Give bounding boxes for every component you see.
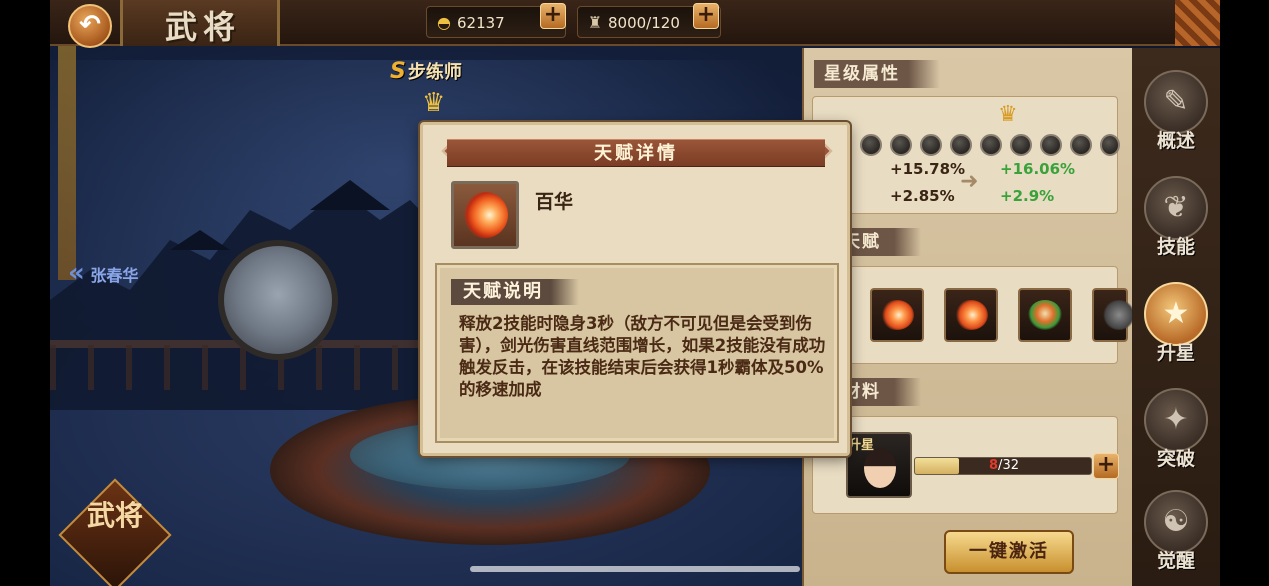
flame-swirl-icon: [462, 192, 508, 238]
nav-star-up[interactable]: ★ 升星: [1136, 276, 1216, 376]
nav-breakthrough[interactable]: ✦ 突破: [1136, 382, 1216, 482]
description-title: 天赋说明: [451, 279, 579, 305]
star-icon: ★: [1144, 282, 1208, 346]
dialog-title-bar: 天赋详情: [447, 139, 825, 167]
material-tag: 升星: [848, 438, 875, 453]
material-progress: 8/32: [914, 457, 1092, 475]
add-material-button[interactable]: +: [1093, 453, 1119, 479]
add-stamina-button[interactable]: +: [693, 3, 719, 29]
prev-hero-name: 张春华: [90, 266, 139, 285]
hero-portrait-icon: [864, 448, 896, 488]
nav-overview[interactable]: ✎ 概述: [1136, 64, 1216, 164]
material-total: 32: [1002, 458, 1019, 473]
nav-label: 觉醒: [1156, 550, 1195, 572]
nav-awaken[interactable]: ☯ 觉醒: [1136, 484, 1216, 584]
title-plate: 武将: [120, 0, 280, 46]
stat-1-current: +15.78%: [890, 160, 966, 178]
plus-icon: +: [1096, 452, 1116, 477]
screen: S 步练师 ♛ « 张春华 武将 ↶ 武将 ◓ 62137 + ♜ 8000/12…: [0, 0, 1269, 586]
meditate-icon: ☯: [1144, 490, 1208, 554]
nav-label: 技能: [1156, 236, 1195, 258]
star-slot: [860, 134, 882, 156]
top-bar: ↶ 武将 ◓ 62137 + ♜ 8000/120 +: [50, 0, 1220, 48]
hero-name-text: 步练师: [407, 62, 462, 83]
talent-slot-locked[interactable]: [1092, 288, 1136, 342]
top-bar-ornament: [1175, 0, 1220, 46]
star-slot: [950, 134, 972, 156]
gold-ingot-icon: ◓: [437, 13, 451, 32]
gold-value: 62137: [457, 14, 505, 32]
seal-label: 武将: [86, 499, 143, 532]
arrow-right-icon: ➜: [960, 169, 979, 194]
sword-icon: ✦: [1144, 388, 1208, 452]
talent-slot-3[interactable]: [1018, 288, 1072, 342]
material-progress-text: 8/32: [915, 458, 1093, 474]
nav-skills[interactable]: ❦ 技能: [1136, 170, 1216, 270]
crown-icon: ♛: [422, 88, 446, 118]
star-slot: [1070, 134, 1092, 156]
star-slot: [1100, 134, 1120, 156]
hero-name: S 步练师: [390, 58, 462, 84]
star-slot: [980, 134, 1002, 156]
crown-icon: ♛: [998, 102, 1018, 127]
nav-label: 概述: [1156, 130, 1195, 152]
material-current: 8: [989, 458, 999, 473]
description-text: 释放2技能时隐身3秒（敌方不可见但是会受到伤害），剑光伤害直线范围增长，如果2技…: [459, 314, 826, 399]
stamina-value: 8000/120: [608, 14, 680, 32]
nav-label: 升星: [1156, 342, 1195, 364]
side-nav: ✎ 概述 ❦ 技能 ★ 升星 ✦ 突破 ☯ 觉醒: [1132, 48, 1220, 586]
talent-icon: [451, 181, 519, 249]
talent-slot-2[interactable]: [944, 288, 998, 342]
talent-name: 百华: [535, 191, 574, 213]
plus-icon: +: [543, 2, 563, 27]
lock-icon: [1102, 300, 1136, 330]
skill-book-icon: ❦: [1144, 176, 1208, 240]
flame-swirl-icon: [954, 300, 988, 330]
star-attr-title: 星级属性: [814, 60, 940, 88]
prev-hero-button[interactable]: « 张春华: [68, 258, 138, 288]
nav-label: 突破: [1156, 448, 1195, 470]
drum: [218, 240, 338, 360]
back-arrow-icon: ↶: [79, 10, 101, 40]
rank-badge: S: [390, 59, 406, 84]
left-lantern: [58, 40, 76, 280]
star-slot: [1010, 134, 1032, 156]
star-panel: 星级属性 ♛ +15.78% +16.06% +2.85% +2.9% ➜ 升天…: [802, 48, 1136, 586]
back-button[interactable]: ↶: [68, 4, 112, 48]
home-indicator[interactable]: [470, 566, 800, 572]
star-slot: [920, 134, 942, 156]
talent-detail-dialog[interactable]: 天赋详情 百华 天赋说明 释放2技能时隐身3秒（敌方不可见但是会受到伤害），剑光…: [420, 122, 850, 456]
add-gold-button[interactable]: +: [540, 3, 566, 29]
talent-description-box: 天赋说明 释放2技能时隐身3秒（敌方不可见但是会受到伤害），剑光伤害直线范围增长…: [435, 263, 839, 443]
stat-2-next: +2.9%: [1000, 187, 1055, 205]
flame-swirl-icon: [880, 300, 914, 330]
star-slot: [890, 134, 912, 156]
stat-1-next: +16.06%: [1000, 160, 1076, 178]
talent-slot-1[interactable]: [870, 288, 924, 342]
chevron-left-icon: «: [68, 258, 85, 288]
stat-2-current: +2.85%: [890, 187, 955, 205]
dialog-title: 天赋详情: [594, 143, 678, 164]
stamina-icon: ♜: [587, 13, 603, 32]
plus-icon: +: [696, 2, 716, 27]
book-icon: ✎: [1144, 70, 1208, 134]
wind-swirl-icon: [1028, 300, 1062, 330]
page-title: 武将: [164, 8, 241, 46]
star-slot: [1040, 134, 1062, 156]
one-click-activate-button[interactable]: 一键激活: [944, 530, 1074, 574]
